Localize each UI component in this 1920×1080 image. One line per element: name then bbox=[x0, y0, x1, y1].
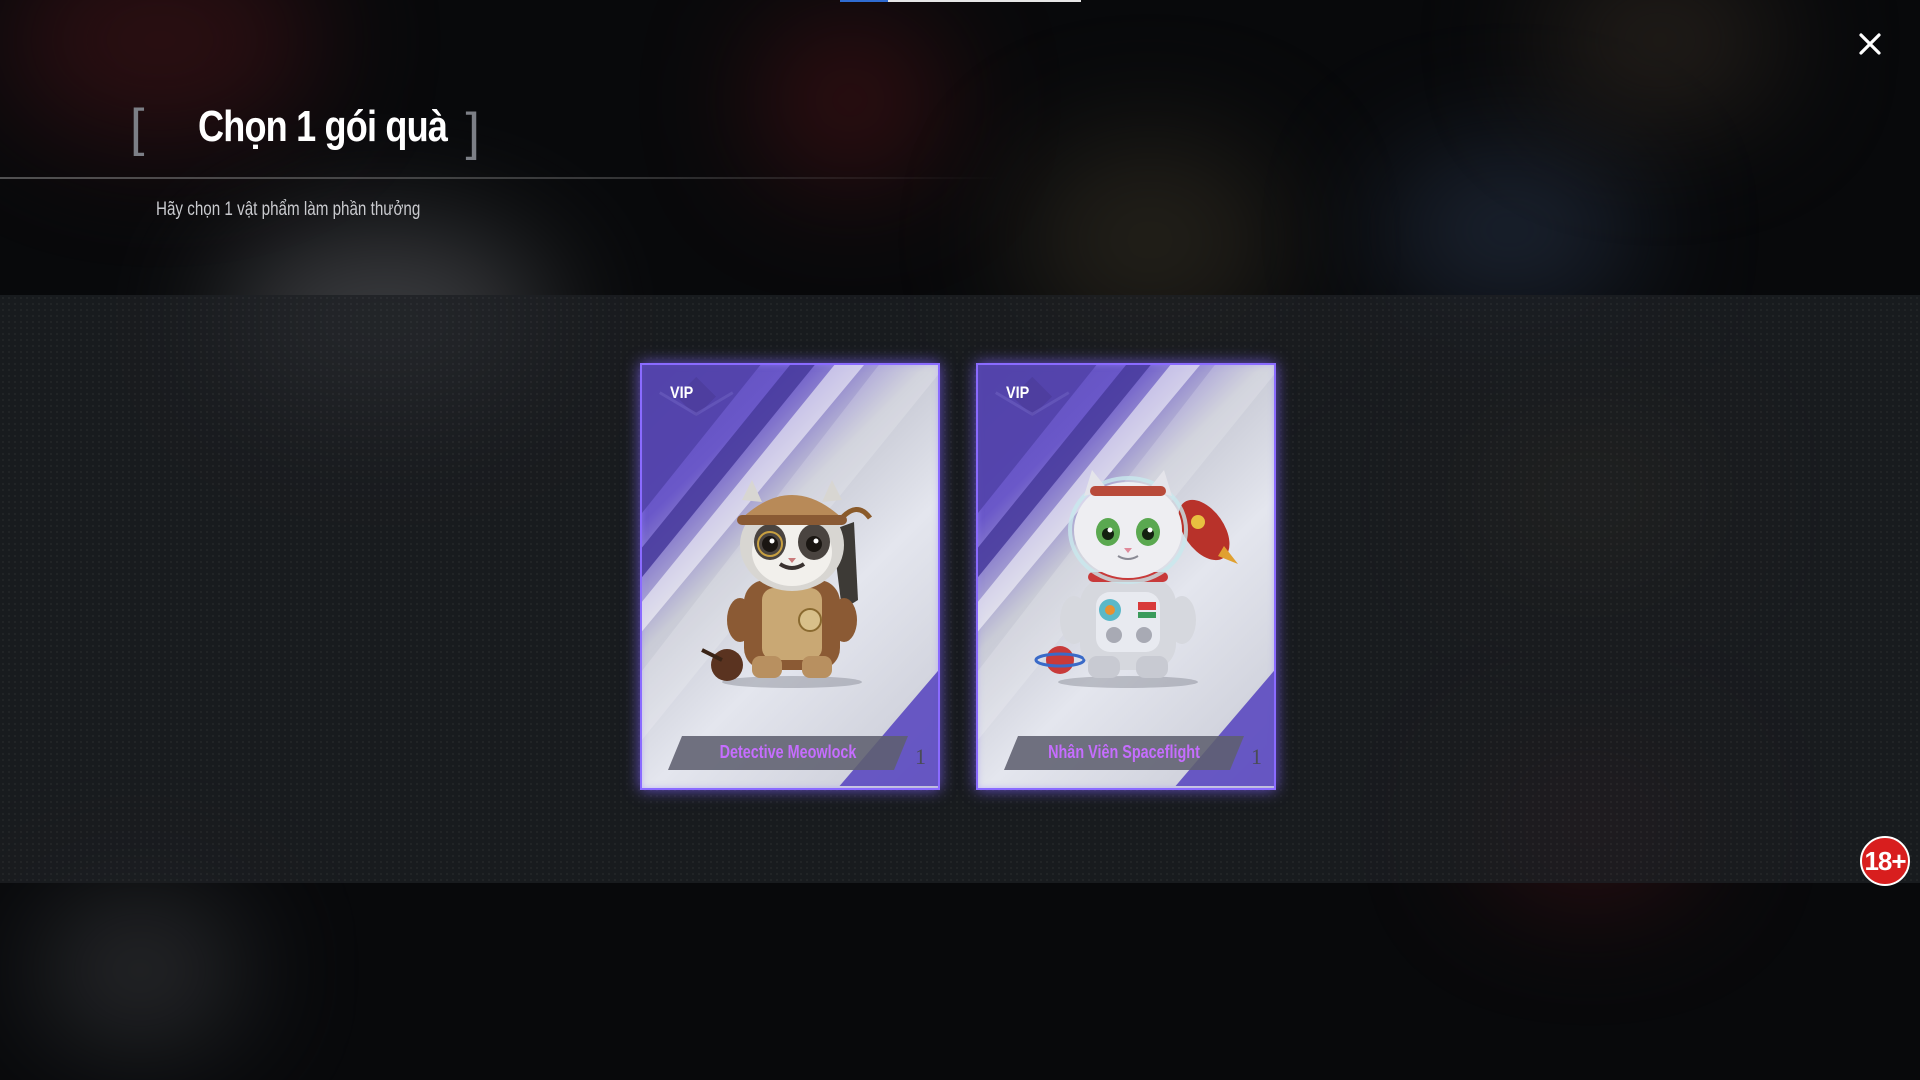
item-name-bar: Detective Meowlock bbox=[668, 736, 908, 770]
age-rating-badge: 18+ bbox=[1860, 836, 1910, 886]
header: [ Chọn 1 gói quà ] Hãy chọn 1 vật phẩm l… bbox=[0, 0, 1920, 295]
reward-card[interactable]: VIP bbox=[640, 363, 940, 790]
page-subtitle: Hãy chọn 1 vật phẩm làm phần thưởng bbox=[156, 199, 421, 220]
detective-cat-icon bbox=[701, 480, 873, 688]
page-title: Chọn 1 gói quà bbox=[198, 102, 448, 151]
title-bracket-right: ] bbox=[465, 103, 480, 161]
vip-badge: VIP bbox=[670, 383, 694, 402]
reward-card[interactable]: VIP bbox=[976, 363, 1276, 790]
background-blur bbox=[40, 900, 240, 1040]
vip-badge: VIP bbox=[1006, 383, 1030, 402]
title-group: [ Chọn 1 gói quà ] bbox=[130, 100, 480, 162]
item-quantity: 1 bbox=[915, 744, 926, 769]
title-bracket-left: [ bbox=[130, 99, 145, 157]
close-button[interactable] bbox=[1848, 22, 1892, 66]
gift-selection-screen: [ Chọn 1 gói quà ] Hãy chọn 1 vật phẩm l… bbox=[0, 0, 1920, 1080]
item-quantity: 1 bbox=[1251, 744, 1262, 769]
item-name: Nhân Viên Spaceflight bbox=[1048, 742, 1200, 762]
header-divider bbox=[0, 177, 1000, 179]
astronaut-cat-icon bbox=[1034, 470, 1238, 688]
item-name-bar: Nhân Viên Spaceflight bbox=[1004, 736, 1244, 770]
close-icon bbox=[1859, 33, 1881, 55]
reward-card-list: VIP Detective Meowlock 1 VIP Nhân Viên S… bbox=[640, 363, 1276, 790]
item-name: Detective Meowlock bbox=[719, 742, 857, 762]
